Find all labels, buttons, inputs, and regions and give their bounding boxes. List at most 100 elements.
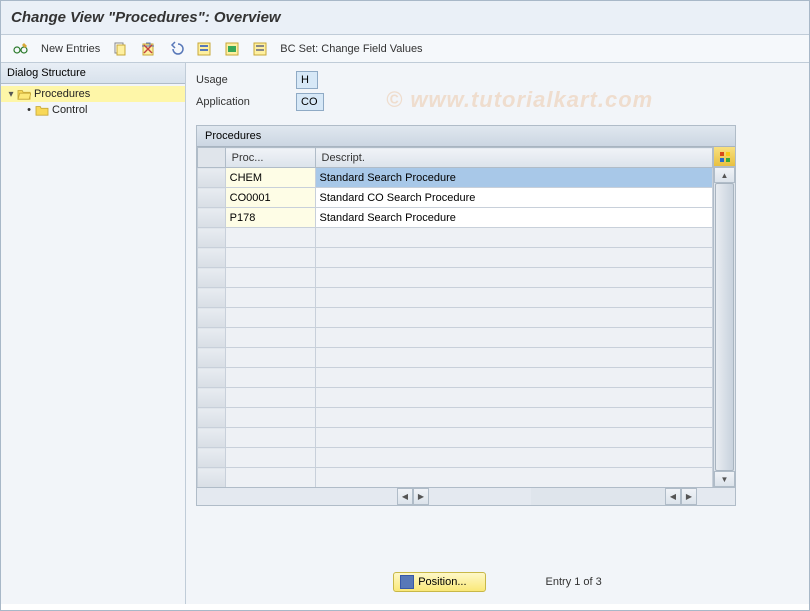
proc-cell[interactable]	[225, 288, 315, 308]
desc-cell[interactable]	[315, 468, 713, 488]
proc-cell[interactable]	[225, 388, 315, 408]
proc-cell[interactable]	[225, 268, 315, 288]
proc-cell[interactable]	[225, 228, 315, 248]
row-selector[interactable]	[198, 388, 226, 408]
scroll-left-button[interactable]: ◀	[665, 488, 681, 505]
row-selector[interactable]	[198, 368, 226, 388]
proc-cell[interactable]	[225, 408, 315, 428]
usage-label: Usage	[196, 74, 296, 86]
proc-cell[interactable]: CHEM	[225, 168, 315, 188]
entry-counter: Entry 1 of 3	[546, 576, 602, 588]
row-selector[interactable]	[198, 308, 226, 328]
table-row[interactable]: P178 Standard Search Procedure	[198, 208, 713, 228]
row-selector[interactable]	[198, 408, 226, 428]
proc-cell[interactable]	[225, 348, 315, 368]
table-row-empty[interactable]	[198, 228, 713, 248]
desc-cell[interactable]: Standard Search Procedure	[315, 208, 713, 228]
proc-cell[interactable]	[225, 328, 315, 348]
application-input[interactable]	[296, 93, 324, 111]
new-entries-button[interactable]: New Entries	[37, 43, 104, 55]
proc-cell[interactable]	[225, 428, 315, 448]
desc-cell[interactable]	[315, 328, 713, 348]
save-select-button[interactable]	[192, 39, 216, 59]
row-selector[interactable]	[198, 188, 226, 208]
tree-item-procedures[interactable]: ▾ Procedures	[1, 86, 185, 102]
desc-cell[interactable]	[315, 448, 713, 468]
deselect-button[interactable]	[248, 39, 272, 59]
toggle-button[interactable]	[9, 39, 33, 59]
row-selector[interactable]	[198, 348, 226, 368]
table-row-empty[interactable]	[198, 268, 713, 288]
table-row-empty[interactable]	[198, 288, 713, 308]
desc-cell[interactable]: Standard Search Procedure	[315, 168, 713, 188]
copy-button[interactable]	[108, 39, 132, 59]
table-row-empty[interactable]	[198, 388, 713, 408]
row-selector[interactable]	[198, 228, 226, 248]
desc-cell[interactable]	[315, 308, 713, 328]
undo-button[interactable]	[164, 39, 188, 59]
bc-set-button[interactable]: BC Set: Change Field Values	[276, 43, 426, 55]
proc-cell[interactable]: CO0001	[225, 188, 315, 208]
desc-cell[interactable]	[315, 428, 713, 448]
row-selector[interactable]	[198, 248, 226, 268]
vertical-scrollbar[interactable]: ▲ ▼	[714, 167, 735, 487]
scroll-up-button[interactable]: ▲	[714, 167, 735, 183]
row-selector[interactable]	[198, 468, 226, 488]
position-button[interactable]: Position...	[393, 572, 485, 592]
scroll-right-button[interactable]: ▶	[413, 488, 429, 505]
scroll-thumb[interactable]	[715, 183, 734, 471]
delete-button[interactable]	[136, 39, 160, 59]
scroll-down-button[interactable]: ▼	[714, 471, 735, 487]
content-area: © www.tutorialkart.com Usage Application…	[186, 63, 809, 604]
table-row-empty[interactable]	[198, 328, 713, 348]
table-row[interactable]: CHEM Standard Search Procedure	[198, 168, 713, 188]
table-row-empty[interactable]	[198, 428, 713, 448]
select-block-button[interactable]	[220, 39, 244, 59]
table-row-empty[interactable]	[198, 248, 713, 268]
column-header-proc[interactable]: Proc...	[225, 148, 315, 168]
table-row-empty[interactable]	[198, 468, 713, 488]
desc-cell[interactable]	[315, 348, 713, 368]
column-header-desc[interactable]: Descript.	[315, 148, 713, 168]
row-selector[interactable]	[198, 288, 226, 308]
proc-cell[interactable]	[225, 248, 315, 268]
tree-item-control[interactable]: • Control	[19, 102, 185, 118]
proc-cell[interactable]	[225, 468, 315, 488]
tree-collapse-icon[interactable]: ▾	[5, 89, 17, 100]
scroll-right-button[interactable]: ▶	[681, 488, 697, 505]
position-label: Position...	[418, 576, 466, 588]
proc-cell[interactable]	[225, 368, 315, 388]
horizontal-scrollbar-left[interactable]: ◀ ▶	[397, 488, 531, 505]
row-selector[interactable]	[198, 328, 226, 348]
proc-cell[interactable]	[225, 308, 315, 328]
row-selector[interactable]	[198, 428, 226, 448]
proc-cell[interactable]	[225, 448, 315, 468]
desc-cell[interactable]	[315, 268, 713, 288]
table-row-empty[interactable]	[198, 368, 713, 388]
scroll-track[interactable]	[714, 183, 735, 471]
horizontal-scrollbar-right[interactable]: ◀ ▶	[665, 488, 713, 505]
row-selector[interactable]	[198, 268, 226, 288]
table-settings-button[interactable]	[714, 147, 735, 167]
table-row-empty[interactable]	[198, 308, 713, 328]
table-row-empty[interactable]	[198, 448, 713, 468]
desc-cell[interactable]	[315, 408, 713, 428]
application-row: Application	[196, 93, 799, 111]
usage-input[interactable]	[296, 71, 318, 89]
desc-cell[interactable]	[315, 248, 713, 268]
desc-cell[interactable]	[315, 388, 713, 408]
row-selector[interactable]	[198, 448, 226, 468]
desc-cell[interactable]	[315, 288, 713, 308]
page-title: Change View "Procedures": Overview	[11, 9, 799, 26]
row-selector[interactable]	[198, 168, 226, 188]
table-row[interactable]: CO0001 Standard CO Search Procedure	[198, 188, 713, 208]
row-selector-header[interactable]	[198, 148, 226, 168]
proc-cell[interactable]: P178	[225, 208, 315, 228]
row-selector[interactable]	[198, 208, 226, 228]
table-row-empty[interactable]	[198, 348, 713, 368]
scroll-left-button[interactable]: ◀	[397, 488, 413, 505]
table-row-empty[interactable]	[198, 408, 713, 428]
desc-cell[interactable]	[315, 228, 713, 248]
desc-cell[interactable]	[315, 368, 713, 388]
desc-cell[interactable]: Standard CO Search Procedure	[315, 188, 713, 208]
